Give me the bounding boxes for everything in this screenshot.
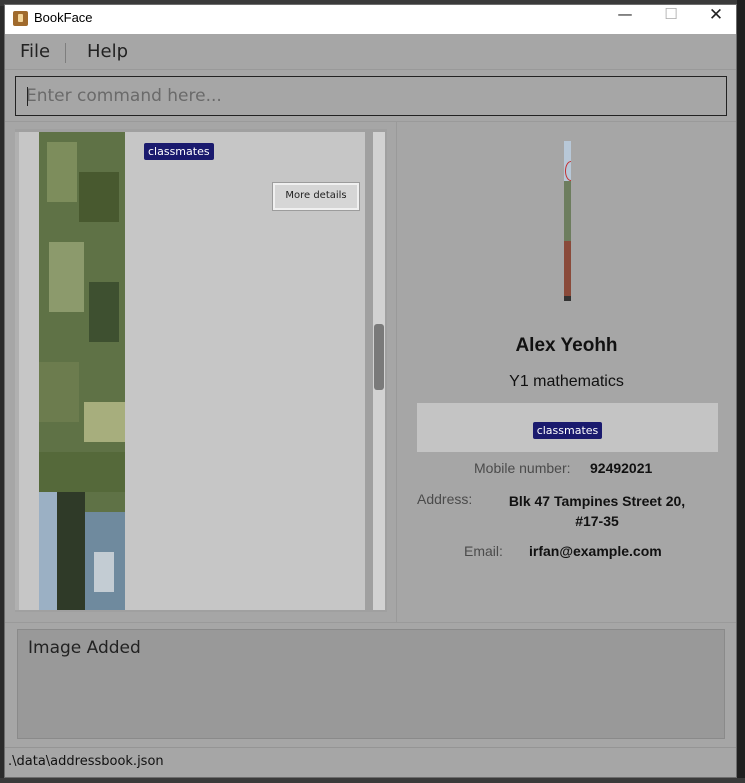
divider: [5, 622, 736, 623]
menu-bar: File Help: [5, 34, 736, 70]
person-list-panel: classmates More details: [15, 129, 387, 612]
close-button[interactable]: ✕: [693, 5, 736, 34]
card-tag-classmates: classmates: [144, 143, 214, 160]
menu-file[interactable]: File: [20, 41, 50, 62]
menu-separator: [65, 43, 66, 63]
email-label: Email:: [464, 543, 503, 559]
command-input[interactable]: [17, 78, 725, 114]
result-display[interactable]: Image Added: [17, 629, 725, 739]
command-box: [15, 76, 727, 116]
app-icon: [13, 11, 28, 26]
more-details-button[interactable]: More details: [273, 183, 359, 210]
mobile-label: Mobile number:: [474, 460, 571, 476]
address-value: Blk 47 Tampines Street 20, #17-35: [508, 493, 686, 529]
menu-help[interactable]: Help: [87, 41, 128, 62]
result-message: Image Added: [28, 638, 141, 658]
desktop-background-bottom: [0, 778, 745, 783]
minimize-button[interactable]: —: [602, 5, 648, 34]
status-bar: .\data\addressbook.json: [5, 747, 736, 777]
person-card[interactable]: classmates More details: [19, 132, 365, 610]
scrollbar-thumb[interactable]: [374, 324, 384, 390]
person-subtitle: Y1 mathematics: [509, 373, 624, 390]
window-title: BookFace: [34, 10, 93, 25]
list-scrollbar[interactable]: [373, 132, 385, 610]
person-photo: [39, 132, 125, 610]
address-label: Address:: [417, 491, 473, 507]
detail-tags: classmates: [417, 403, 718, 452]
save-file-path: .\data\addressbook.json: [8, 754, 164, 769]
mobile-value: 92492021: [590, 460, 653, 476]
detail-photo: [564, 141, 571, 301]
desktop-background-right: [737, 0, 745, 783]
text-caret: [27, 87, 28, 106]
email-value: irfan@example.com: [529, 543, 662, 559]
person-name: Alex Yeohh: [515, 335, 618, 356]
detail-tag-classmates: classmates: [532, 422, 603, 439]
person-detail-panel: Alex Yeohh Y1 mathematics classmates Mob…: [397, 122, 736, 622]
title-bar[interactable]: BookFace — ☐ ✕: [5, 5, 736, 34]
bookface-window: BookFace — ☐ ✕ File Help Enter command h…: [4, 4, 737, 778]
maximize-button[interactable]: ☐: [648, 5, 694, 34]
